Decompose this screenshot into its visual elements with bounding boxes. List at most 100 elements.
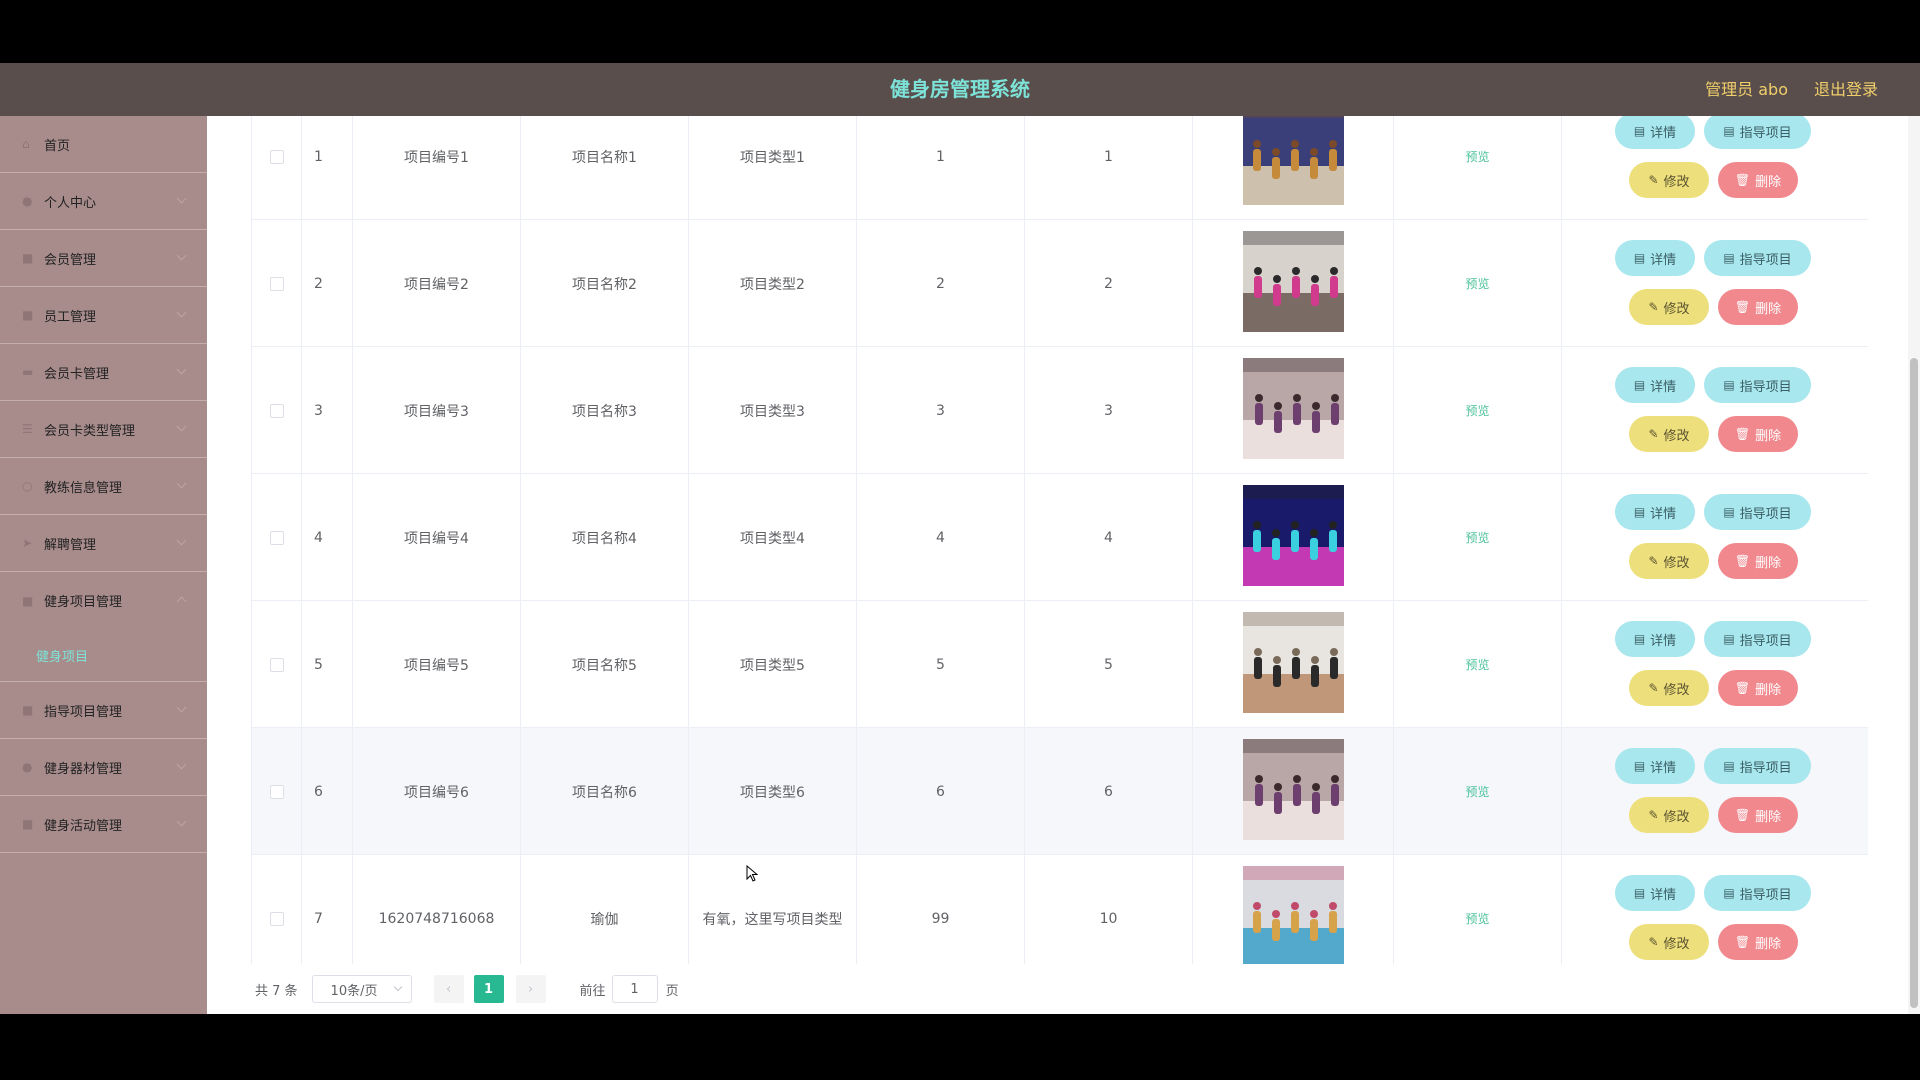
delete-button[interactable]: 🗑 删除 <box>1718 416 1798 452</box>
edit-button[interactable]: ✎ 修改 <box>1629 162 1709 198</box>
sidebar-item-fitness-project[interactable]: ■ 健身项目管理 <box>0 572 207 629</box>
project-table: 1 项目编号1 项目名称1 项目类型1 1 1 预览 ▤ 详情 ▤ 指导项目 ✎ 修改 🗑 删除 2 项目编号2… <box>251 116 1868 964</box>
page-size-select[interactable]: 10条/页 <box>311 975 412 1003</box>
page-1-button[interactable]: 1 <box>473 975 504 1003</box>
document-icon: ▤ <box>1633 759 1646 773</box>
chevron-down-icon <box>176 421 187 432</box>
guide-project-button[interactable]: ▤ 指导项目 <box>1704 875 1811 911</box>
row-index: 4 <box>302 474 353 601</box>
project-image[interactable] <box>1242 866 1344 964</box>
edit-button[interactable]: ✎ 修改 <box>1629 416 1709 452</box>
detail-button[interactable]: ▤ 详情 <box>1615 367 1695 403</box>
sidebar-item-card-type[interactable]: ☰ 会员卡类型管理 <box>0 401 207 458</box>
project-image[interactable] <box>1242 485 1344 590</box>
guide-project-button[interactable]: ▤ 指导项目 <box>1704 621 1811 657</box>
guide-project-button[interactable]: ▤ 指导项目 <box>1704 367 1811 403</box>
project-image-cell <box>1193 474 1394 601</box>
sidebar-item-equipment[interactable]: ● 健身器材管理 <box>0 739 207 796</box>
delete-button[interactable]: 🗑 删除 <box>1718 162 1798 198</box>
preview-cell: 预览 <box>1394 474 1562 601</box>
edit-button[interactable]: ✎ 修改 <box>1629 543 1709 579</box>
delete-button-label: 删除 <box>1755 301 1782 317</box>
sidebar-item-profile[interactable]: ● 个人中心 <box>0 173 207 230</box>
sidebar-item-label: 首页 <box>44 138 71 154</box>
pencil-icon: ✎ <box>1648 300 1659 314</box>
preview-link[interactable]: 预览 <box>1465 148 1489 165</box>
row-checkbox[interactable] <box>269 149 284 164</box>
detail-button[interactable]: ▤ 详情 <box>1615 748 1695 784</box>
detail-button[interactable]: ▤ 详情 <box>1615 240 1695 276</box>
project-image[interactable] <box>1242 358 1344 463</box>
document-icon: ▤ <box>1723 124 1735 138</box>
delete-button[interactable]: 🗑 删除 <box>1718 797 1798 833</box>
sidebar-item-label: 教练信息管理 <box>44 480 123 496</box>
sidebar-item-label: 会员卡类型管理 <box>44 423 136 439</box>
project-image[interactable] <box>1242 612 1344 717</box>
value-column-b: 5 <box>1025 601 1193 728</box>
row-checkbox[interactable] <box>269 276 284 291</box>
pencil-icon: ✎ <box>1648 935 1659 949</box>
row-index: 7 <box>302 855 353 964</box>
row-checkbox[interactable] <box>269 657 284 672</box>
edit-button-label: 修改 <box>1663 936 1690 952</box>
guide-project-button[interactable]: ▤ 指导项目 <box>1704 748 1811 784</box>
edit-button[interactable]: ✎ 修改 <box>1629 670 1709 706</box>
sidebar-item-members[interactable]: ■ 会员管理 <box>0 230 207 287</box>
guide-project-button[interactable]: ▤ 指导项目 <box>1704 494 1811 530</box>
sidebar-item-activity[interactable]: ■ 健身活动管理 <box>0 796 207 853</box>
page-jump-input[interactable] <box>611 975 658 1003</box>
sidebar-item-label: 会员管理 <box>44 252 97 268</box>
row-checkbox[interactable] <box>269 911 284 926</box>
edit-button[interactable]: ✎ 修改 <box>1629 797 1709 833</box>
preview-cell: 预览 <box>1394 220 1562 347</box>
delete-button[interactable]: 🗑 删除 <box>1718 670 1798 706</box>
sidebar-item-guidance[interactable]: ■ 指导项目管理 <box>0 682 207 739</box>
preview-link[interactable]: 预览 <box>1465 783 1489 800</box>
row-checkbox[interactable] <box>269 530 284 545</box>
preview-link[interactable]: 预览 <box>1465 656 1489 673</box>
next-page-button[interactable]: › <box>515 975 546 1003</box>
edit-button-label: 修改 <box>1663 809 1690 825</box>
project-name: 项目名称4 <box>521 474 689 601</box>
operations-cell: ▤ 详情 ▤ 指导项目 ✎ 修改 🗑 删除 <box>1562 728 1868 855</box>
sidebar-item-staff[interactable]: ■ 员工管理 <box>0 287 207 344</box>
project-number: 项目编号5 <box>353 601 521 728</box>
row-checkbox[interactable] <box>269 403 284 418</box>
project-image[interactable] <box>1242 116 1344 209</box>
table-row: 7 1620748716068 瑜伽 有氧，这里写项目类型 99 10 预览 ▤ 详情 ▤ 指导项目… <box>252 855 1868 964</box>
sidebar-subitem-fitness-project[interactable]: 健身项目 <box>0 629 207 682</box>
detail-button[interactable]: ▤ 详情 <box>1615 875 1695 911</box>
project-image[interactable] <box>1242 739 1344 844</box>
preview-link[interactable]: 预览 <box>1465 402 1489 419</box>
preview-link[interactable]: 预览 <box>1465 529 1489 546</box>
row-checkbox[interactable] <box>269 784 284 799</box>
guide-project-button[interactable]: ▤ 指导项目 <box>1704 240 1811 276</box>
row-index: 6 <box>302 728 353 855</box>
prev-page-button[interactable]: ‹ <box>433 975 464 1003</box>
detail-button[interactable]: ▤ 详情 <box>1615 621 1695 657</box>
edit-button[interactable]: ✎ 修改 <box>1629 289 1709 325</box>
sidebar-item-member-card[interactable]: ▬ 会员卡管理 <box>0 344 207 401</box>
logout-link[interactable]: 退出登录 <box>1814 63 1878 116</box>
detail-button[interactable]: ▤ 详情 <box>1615 494 1695 530</box>
info-icon: ○ <box>22 479 33 493</box>
delete-button[interactable]: 🗑 删除 <box>1718 924 1798 960</box>
page-unit-label: 页 <box>665 983 679 999</box>
guide-project-button[interactable]: ▤ 指导项目 <box>1704 116 1811 149</box>
sidebar-item-dismissal[interactable]: ➤ 解聘管理 <box>0 515 207 572</box>
project-type: 项目类型3 <box>689 347 857 474</box>
detail-button[interactable]: ▤ 详情 <box>1615 116 1695 149</box>
operations-cell: ▤ 详情 ▤ 指导项目 ✎ 修改 🗑 删除 <box>1562 220 1868 347</box>
delete-button[interactable]: 🗑 删除 <box>1718 543 1798 579</box>
scrollbar-thumb[interactable] <box>1910 358 1918 1008</box>
edit-button[interactable]: ✎ 修改 <box>1629 924 1709 960</box>
preview-link[interactable]: 预览 <box>1465 910 1489 927</box>
preview-link[interactable]: 预览 <box>1465 275 1489 292</box>
row-checkbox-cell <box>252 474 302 601</box>
sidebar-item-coach-info[interactable]: ○ 教练信息管理 <box>0 458 207 515</box>
value-column-b: 6 <box>1025 728 1193 855</box>
sidebar-item-home[interactable]: ⌂ 首页 <box>0 116 207 173</box>
delete-button[interactable]: 🗑 删除 <box>1718 289 1798 325</box>
project-image[interactable] <box>1242 231 1344 336</box>
edit-button-label: 修改 <box>1663 428 1690 444</box>
